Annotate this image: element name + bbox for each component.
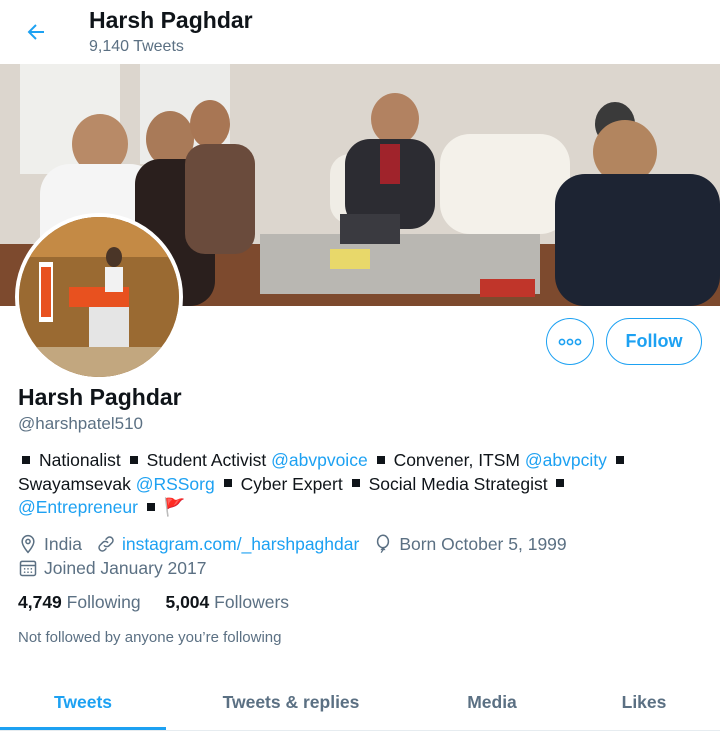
profile-avatar[interactable] (15, 213, 183, 381)
profile-tabs: Tweets Tweets & replies Media Likes (0, 673, 720, 731)
square-bullet-icon (556, 479, 565, 488)
square-bullet-icon (146, 502, 155, 511)
mention-link[interactable]: @Entrepreneur (18, 497, 138, 517)
birthday-text: Born October 5, 1999 (399, 534, 567, 554)
profile-display-name: Harsh Paghdar (18, 384, 182, 410)
following-label: Following (66, 592, 141, 612)
following-link[interactable]: 4,749 Following (18, 592, 141, 612)
top-bar: Harsh Paghdar 9,140 Tweets (0, 0, 720, 64)
bio-line: Nationalist Student Activist @abvpvoice … (18, 449, 708, 473)
joined-text: Joined January 2017 (44, 558, 207, 578)
square-bullet-icon (351, 479, 360, 488)
followers-count: 5,004 (165, 592, 210, 612)
meta-row: Joined January 2017 (18, 556, 581, 580)
follow-counts: 4,749 Following 5,004 Followers (18, 592, 309, 613)
not-followed-note: Not followed by anyone you’re following (18, 629, 282, 646)
tab-likes[interactable]: Likes (568, 673, 720, 731)
followers-link[interactable]: 5,004 Followers (165, 592, 289, 612)
more-horizontal-icon (558, 338, 582, 345)
location-text: India (44, 534, 82, 554)
bio-text: Cyber Expert (240, 473, 343, 494)
square-bullet-icon (615, 455, 624, 464)
more-options-button[interactable] (546, 318, 594, 365)
tab-tweets[interactable]: Tweets (0, 673, 166, 731)
square-bullet-icon (129, 455, 138, 464)
bio-text: Nationalist (39, 450, 121, 470)
profile-bio: Nationalist Student Activist @abvpvoice … (18, 449, 708, 520)
square-bullet-icon (22, 455, 30, 464)
bio-text: Social Media Strategist (368, 473, 548, 494)
birthday-item: Born October 5, 1999 (373, 532, 567, 556)
calendar-icon (19, 560, 37, 577)
header-name: Harsh Paghdar (89, 7, 253, 33)
header-tweet-count: 9,140 Tweets (89, 38, 184, 55)
arrow-left-icon (27, 24, 44, 40)
profile-meta: India instagram.com/_harshpaghdar Born O… (18, 532, 581, 580)
location-pin-icon (21, 534, 35, 554)
following-count: 4,749 (18, 592, 62, 612)
back-button[interactable] (18, 14, 54, 50)
active-tab-indicator (0, 727, 166, 730)
square-bullet-icon (376, 455, 385, 464)
bio-line: Swayamsevak @RSSorg Cyber Expert Social … (18, 473, 708, 497)
mention-link[interactable]: @abvpvoice (271, 450, 368, 470)
profile-handle: @harshpatel510 (18, 414, 144, 433)
balloon-icon (377, 534, 390, 553)
follow-button[interactable]: Follow (606, 318, 702, 365)
joined-item: Joined January 2017 (18, 556, 206, 580)
followers-label: Followers (214, 592, 290, 612)
location-item: India (18, 532, 82, 556)
flag-emoji: 🚩 (163, 497, 186, 517)
bio-text: Student Activist (146, 450, 272, 470)
website-link[interactable]: instagram.com/_harshpaghdar (122, 532, 359, 556)
link-icon (98, 536, 114, 552)
bio-text: Swayamsevak (18, 473, 136, 494)
meta-row: India instagram.com/_harshpaghdar Born O… (18, 532, 581, 556)
bio-text: Convener, ITSM (393, 450, 525, 470)
mention-link[interactable]: @RSSorg (136, 474, 215, 494)
tab-tweets-replies[interactable]: Tweets & replies (166, 673, 416, 731)
mention-link[interactable]: @abvpcity (525, 450, 607, 470)
bio-line: @Entrepreneur 🚩 (18, 496, 708, 520)
website-item[interactable]: instagram.com/_harshpaghdar (96, 532, 359, 556)
square-bullet-icon (223, 479, 232, 488)
tab-media[interactable]: Media (416, 673, 568, 731)
